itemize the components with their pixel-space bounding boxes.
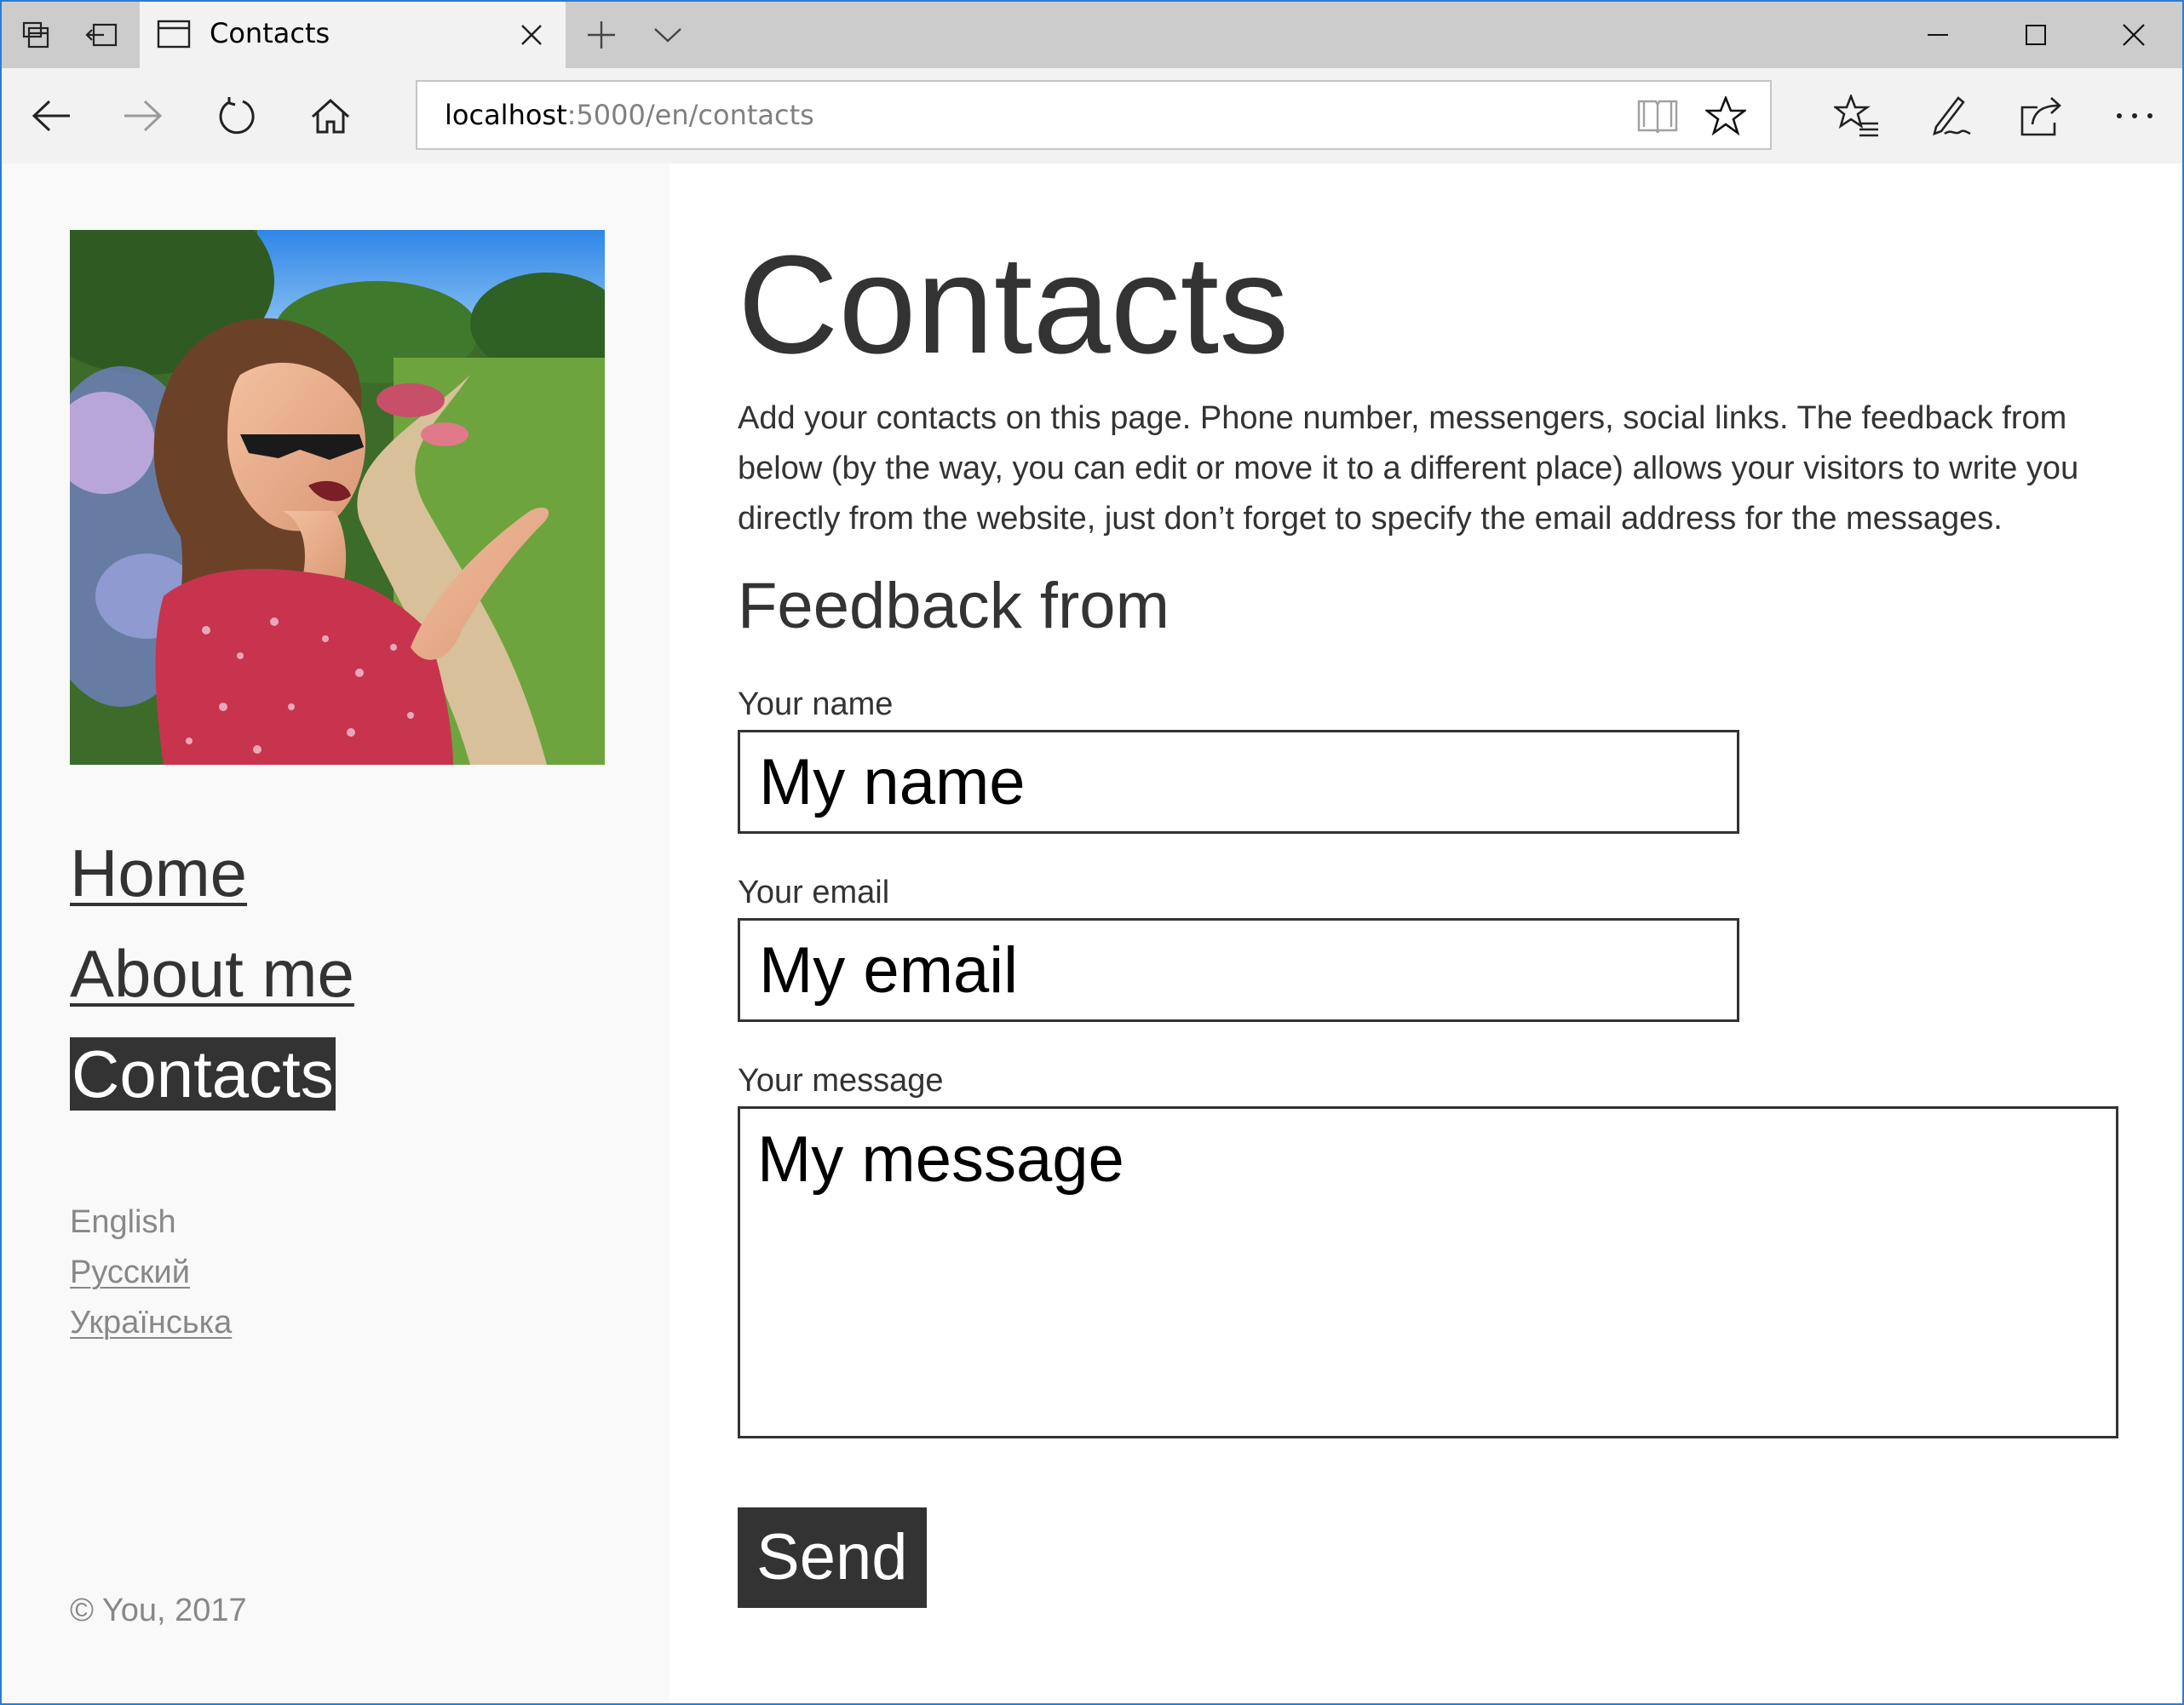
address-bar[interactable]: localhost:5000/en/contacts xyxy=(416,80,1772,150)
email-label: Your email xyxy=(738,875,890,910)
tab-title: Contacts xyxy=(210,17,330,49)
minimize-icon[interactable] xyxy=(1895,2,1980,68)
pen-icon[interactable] xyxy=(1918,83,1983,148)
share-icon[interactable] xyxy=(2009,83,2073,148)
more-icon[interactable] xyxy=(2102,83,2167,148)
forward-arrow-icon[interactable] xyxy=(111,83,175,148)
send-button[interactable]: Send xyxy=(738,1507,927,1608)
chevron-down-icon[interactable] xyxy=(642,2,693,68)
close-tab-icon[interactable] xyxy=(506,9,557,60)
form-title: Feedback from xyxy=(738,570,1170,642)
intro-text: Add your contacts on this page. Phone nu… xyxy=(738,400,2079,537)
close-icon[interactable] xyxy=(2091,2,2176,68)
menu-item-home[interactable]: Home xyxy=(70,836,247,910)
copyright: © You, 2017 xyxy=(70,1593,247,1628)
navigation-bar: localhost:5000/en/contacts xyxy=(2,68,2182,164)
tab-preview-icon[interactable] xyxy=(10,2,61,68)
web-page: Home About me Contacts English Русский У… xyxy=(2,164,2182,1703)
refresh-icon[interactable] xyxy=(204,83,269,148)
maximize-icon[interactable] xyxy=(1993,2,2078,68)
menu-item-about-me[interactable]: About me xyxy=(70,937,354,1010)
email-field[interactable] xyxy=(738,918,1739,1022)
star-icon[interactable] xyxy=(1700,90,1751,141)
page-title: Contacts xyxy=(738,227,1290,382)
url-path: :5000/en/contacts xyxy=(566,99,814,131)
language-english: English xyxy=(70,1204,176,1240)
name-field[interactable] xyxy=(738,730,1739,834)
name-label: Your name xyxy=(738,686,894,722)
book-icon[interactable] xyxy=(1632,90,1683,141)
browser-window: Contacts localhost:5000/en/contacts Home… xyxy=(0,0,2184,1705)
url-host: localhost xyxy=(445,99,567,131)
menu-item-contacts[interactable]: Contacts xyxy=(70,1037,336,1111)
favorites-list-icon[interactable] xyxy=(1825,83,1889,148)
home-icon[interactable] xyxy=(298,83,363,148)
message-field[interactable] xyxy=(738,1106,2118,1438)
plus-icon[interactable] xyxy=(576,2,627,68)
back-arrow-icon[interactable] xyxy=(19,83,83,148)
sidebar: Home About me Contacts English Русский У… xyxy=(2,164,670,1703)
language-russian-link[interactable]: Русский xyxy=(70,1254,190,1291)
active-tab[interactable]: Contacts xyxy=(140,2,566,68)
profile-photo xyxy=(70,230,605,765)
url-text[interactable]: localhost:5000/en/contacts xyxy=(445,99,814,131)
language-ukrainian-link[interactable]: Українська xyxy=(70,1305,232,1341)
title-bar: Contacts xyxy=(2,2,2182,68)
page-icon xyxy=(157,19,191,54)
set-aside-tabs-icon[interactable] xyxy=(77,2,128,68)
message-label: Your message xyxy=(738,1063,944,1099)
